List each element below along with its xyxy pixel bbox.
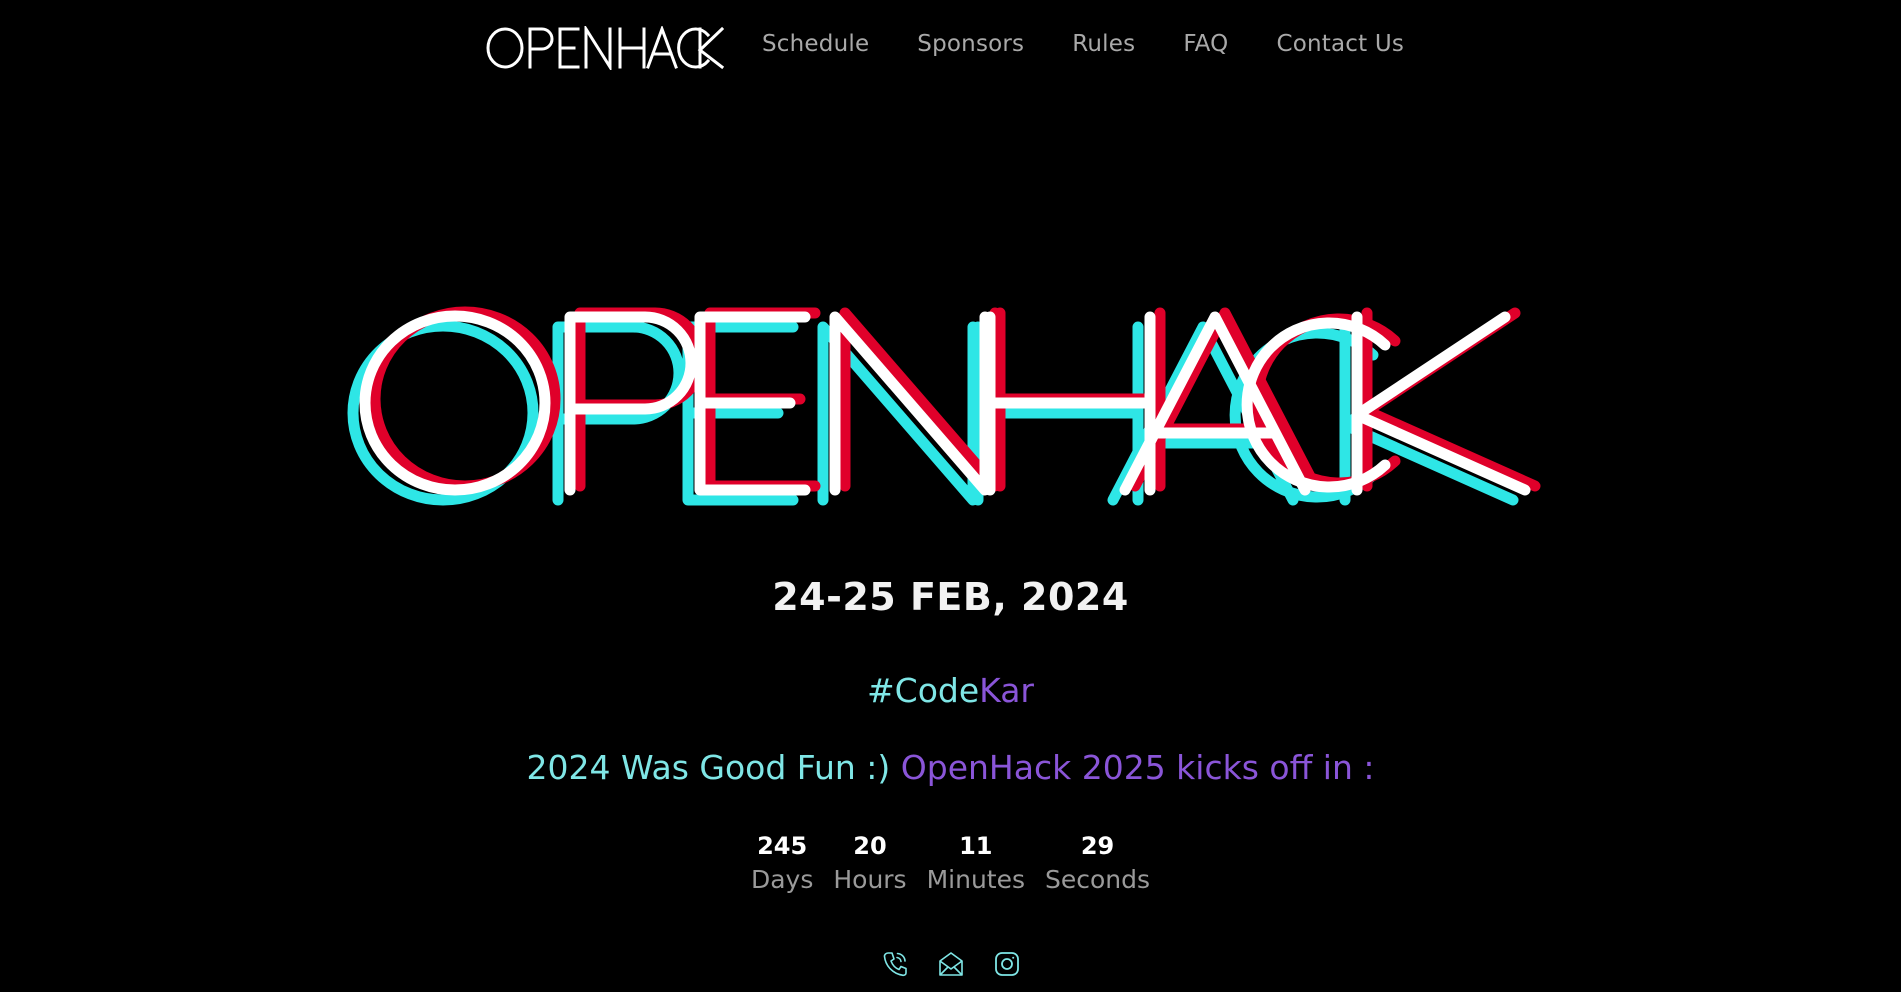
countdown-timer: 245 Days 20 Hours 11 Minutes 29 Seconds <box>0 830 1901 898</box>
countdown-hours-label: Hours <box>833 865 907 894</box>
hero-glitch-logo <box>345 305 1535 505</box>
countdown-minutes-label: Minutes <box>926 865 1026 894</box>
nav-link-contact-us[interactable]: Contact Us <box>1276 31 1404 57</box>
instagram-icon[interactable] <box>994 950 1020 978</box>
countdown-hours: 20 Hours <box>833 830 906 898</box>
openhack-wordmark <box>486 26 724 70</box>
phone-icon[interactable] <box>882 950 908 978</box>
announcement-part-1: 2024 Was Good Fun :) <box>526 748 891 787</box>
countdown-minutes: 11 Minutes <box>927 830 1025 898</box>
tagline-code: #Code <box>867 671 980 710</box>
social-links <box>0 950 1901 978</box>
hashtag-tagline: #CodeKar <box>0 671 1901 710</box>
nav-link-rules[interactable]: Rules <box>1072 31 1135 57</box>
announcement: 2024 Was Good Fun :) OpenHack 2025 kicks… <box>0 748 1901 787</box>
top-navigation: Schedule Sponsors Rules FAQ Contact Us <box>0 0 1901 96</box>
countdown-days-value: 245 <box>757 832 808 860</box>
countdown-days: 245 Days <box>751 830 813 898</box>
nav-logo[interactable] <box>486 26 724 70</box>
countdown-seconds-value: 29 <box>1080 832 1115 860</box>
mail-icon[interactable] <box>938 950 964 978</box>
countdown-seconds: 29 Seconds <box>1045 830 1150 898</box>
countdown-days-label: Days <box>750 865 814 894</box>
nav-links: Schedule Sponsors Rules FAQ Contact Us <box>762 31 1404 57</box>
hero-logo-graphic <box>345 305 1535 505</box>
event-date: 24-25 FEB, 2024 <box>772 575 1129 619</box>
countdown-minutes-value: 11 <box>959 832 993 860</box>
nav-link-sponsors[interactable]: Sponsors <box>917 31 1024 57</box>
announcement-part-2: OpenHack 2025 kicks off in : <box>900 748 1375 787</box>
nav-link-schedule[interactable]: Schedule <box>762 31 869 57</box>
countdown-seconds-label: Seconds <box>1045 865 1151 894</box>
nav-link-faq[interactable]: FAQ <box>1183 31 1228 57</box>
countdown-hours-value: 20 <box>853 832 887 860</box>
tagline-kar: Kar <box>979 671 1034 710</box>
